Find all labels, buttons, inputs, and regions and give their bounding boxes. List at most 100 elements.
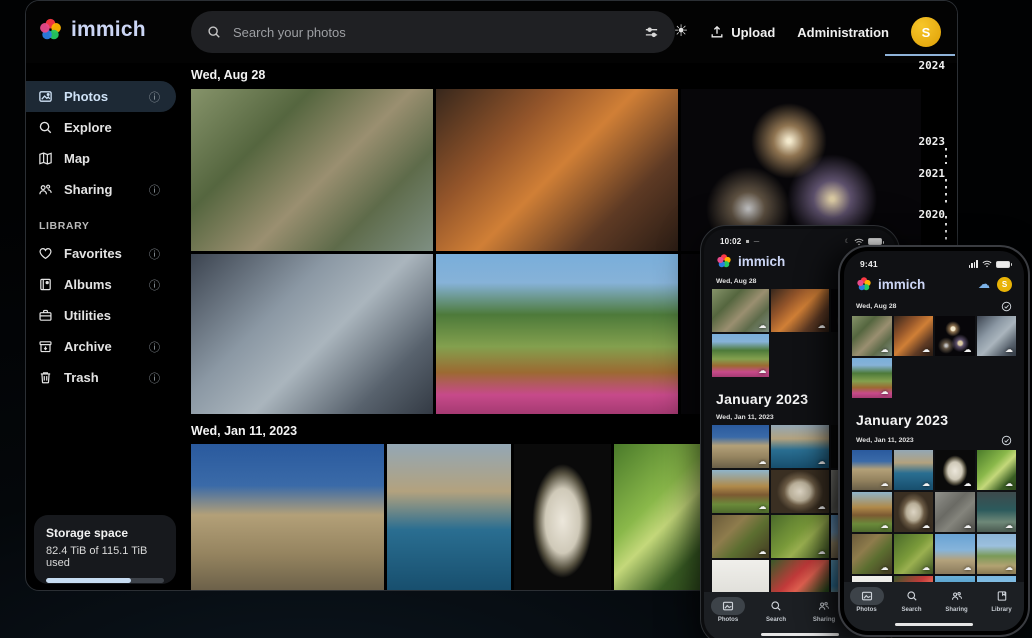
photo-hands[interactable]: ☁	[976, 316, 1016, 356]
nav-label: Photos	[717, 617, 739, 623]
photo-thanksgiving[interactable]	[436, 89, 678, 251]
nav-item-search[interactable]: Search	[752, 597, 800, 623]
sidebar-item-sharing[interactable]: Sharing ⓘ	[26, 174, 176, 205]
nav-label: Sharing	[812, 617, 836, 623]
search-bar[interactable]	[191, 11, 675, 53]
info-icon[interactable]: ⓘ	[149, 182, 160, 198]
select-all-check-icon[interactable]	[1001, 301, 1012, 312]
buy-immich-button[interactable]: Buy Immich ⓘ	[34, 590, 176, 591]
user-avatar[interactable]: S	[997, 276, 1012, 292]
phone2-date-jan: Wed, Jan 11, 2023	[844, 430, 1024, 450]
sidebar-label: Utilities	[64, 308, 111, 323]
photo-castle-sea[interactable]: ☁	[771, 425, 829, 468]
photo-ruins[interactable]: ☁	[935, 492, 975, 532]
photo-village[interactable]: ☁	[976, 534, 1016, 574]
date-header-aug: Wed, Aug 28	[191, 68, 266, 82]
photo-lizard[interactable]: ☁	[712, 515, 770, 558]
photo-thanksgiving[interactable]: ☁	[771, 289, 829, 332]
photos-icon	[39, 91, 52, 102]
date-label: Wed, Aug 28	[716, 278, 757, 285]
cloud-backup-icon: ☁	[880, 387, 889, 396]
photo-lizard[interactable]: ☁	[852, 534, 892, 574]
photo-garden[interactable]: ☁	[852, 358, 892, 398]
sidebar-label: Map	[64, 151, 90, 166]
sidebar-item-albums[interactable]: Albums ⓘ	[26, 269, 176, 300]
sidebar: Photos ⓘ Explore Map Sharing ⓘ LIBRARY F…	[26, 63, 176, 590]
photo-fortress[interactable]	[191, 444, 384, 590]
info-icon[interactable]: ⓘ	[149, 277, 160, 293]
scrubber-tick-dots	[944, 216, 947, 240]
select-all-check-icon[interactable]	[1001, 435, 1012, 446]
info-icon[interactable]: ⓘ	[149, 339, 160, 355]
scrubber-tick-dots	[944, 179, 947, 203]
photo-catkins[interactable]: ☁	[976, 450, 1016, 490]
search-input[interactable]	[233, 24, 632, 40]
nav-item-sharing[interactable]: Sharing	[934, 587, 979, 613]
phone2-bottom-nav: Photos Search Sharing Library	[844, 582, 1024, 631]
theme-toggle-button[interactable]: ☀	[674, 24, 688, 40]
administration-link[interactable]: Administration	[797, 25, 889, 40]
nav-item-search[interactable]: Search	[889, 587, 934, 613]
photo-monkeys[interactable]: ☁	[852, 316, 892, 356]
photo-cliff[interactable]: ☁	[712, 470, 770, 513]
notification-icon: —	[753, 238, 760, 245]
phone2-aug-grid-1: ☁ ☁ ☁ ☁	[844, 316, 1024, 356]
photo-monkeys[interactable]: ☁	[712, 289, 770, 332]
storage-title: Storage space	[46, 526, 129, 540]
upload-button[interactable]: Upload	[710, 25, 775, 40]
home-indicator[interactable]	[761, 633, 839, 636]
info-icon[interactable]: ⓘ	[149, 370, 160, 386]
search-filter-icon[interactable]	[644, 25, 659, 40]
search-icon	[906, 591, 917, 601]
sidebar-label: Archive	[64, 339, 112, 354]
photo-hands[interactable]	[191, 254, 433, 414]
photo-statue[interactable]	[514, 444, 611, 590]
info-icon[interactable]: ⓘ	[149, 246, 160, 262]
photo-garden[interactable]: ☁	[712, 334, 770, 377]
sidebar-label: Favorites	[64, 246, 122, 261]
app-title: immich	[878, 276, 926, 292]
photo-lizard2[interactable]: ☁	[771, 515, 829, 558]
nav-item-photos[interactable]: Photos	[844, 587, 889, 613]
sidebar-item-map[interactable]: Map	[26, 143, 176, 174]
home-indicator[interactable]	[895, 623, 973, 626]
scrubber-tick-dots	[944, 148, 947, 164]
photo-cliff[interactable]: ☁	[852, 492, 892, 532]
info-icon[interactable]: ⓘ	[149, 89, 160, 105]
photo-tower[interactable]: ☁	[935, 534, 975, 574]
sidebar-item-trash[interactable]: Trash ⓘ	[26, 362, 176, 393]
storage-card: Storage space 82.4 TiB of 115.1 TiB used	[34, 515, 176, 584]
immich-logo-icon	[857, 277, 871, 291]
cloud-sync-icon[interactable]: ☁	[978, 278, 990, 290]
photo-statue2[interactable]: ☁	[771, 470, 829, 513]
photo-fireworks[interactable]: ☁	[935, 316, 975, 356]
nav-item-photos[interactable]: Photos	[704, 597, 752, 623]
photo-castle-sea[interactable]	[387, 444, 511, 590]
photo-lizard2[interactable]: ☁	[893, 534, 933, 574]
status-time: 9:41	[860, 259, 878, 269]
sidebar-item-photos[interactable]: Photos ⓘ	[26, 81, 176, 112]
photo-statue[interactable]: ☁	[935, 450, 975, 490]
photo-statue2[interactable]: ☁	[893, 492, 933, 532]
photo-garden[interactable]	[436, 254, 678, 414]
photo-monkeys[interactable]	[191, 89, 433, 251]
storage-progress-fill	[46, 578, 131, 583]
cloud-backup-icon: ☁	[880, 479, 889, 488]
sidebar-item-explore[interactable]: Explore	[26, 112, 176, 143]
user-avatar[interactable]: S	[911, 17, 941, 47]
immich-brand[interactable]: immich	[38, 17, 146, 42]
photo-catkins[interactable]	[614, 444, 706, 590]
desktop-canvas: { "icons": { "info": "ⓘ", "sun": "☀", "c…	[0, 0, 1032, 638]
sidebar-item-favorites[interactable]: Favorites ⓘ	[26, 238, 176, 269]
sun-icon: ☀	[673, 23, 689, 40]
sidebar-item-utilities[interactable]: Utilities	[26, 300, 176, 331]
photo-fortress[interactable]: ☁	[852, 450, 892, 490]
sidebar-item-archive[interactable]: Archive ⓘ	[26, 331, 176, 362]
cloud-backup-icon: ☁	[1005, 345, 1013, 354]
nav-item-library[interactable]: Library	[979, 587, 1024, 613]
photo-xmas[interactable]: ☁	[976, 492, 1016, 532]
photo-fortress[interactable]: ☁	[712, 425, 770, 468]
scrubber-position-indicator[interactable]	[885, 54, 955, 56]
photo-thanksgiving[interactable]: ☁	[893, 316, 933, 356]
photo-castle-sea[interactable]: ☁	[893, 450, 933, 490]
